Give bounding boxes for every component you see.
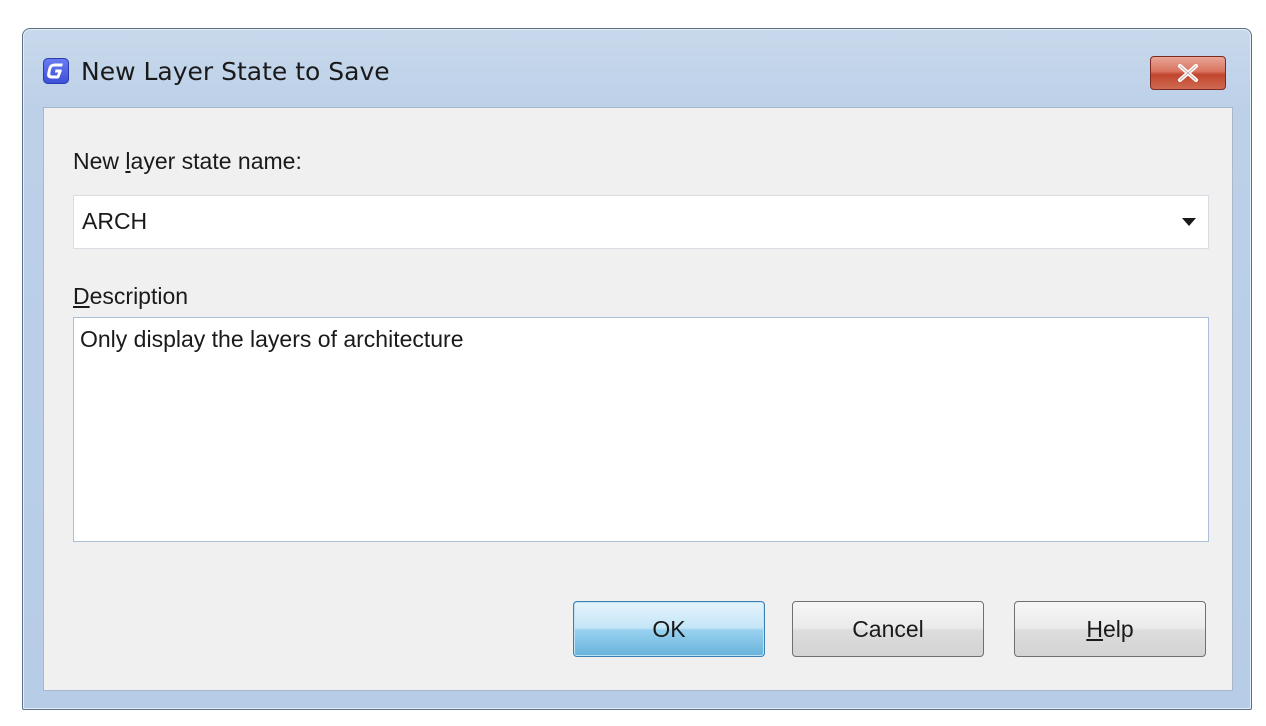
window-title: New Layer State to Save — [81, 57, 390, 86]
title-bar[interactable]: New Layer State to Save — [23, 29, 1251, 107]
dialog-window: New Layer State to Save New layer state … — [22, 28, 1252, 710]
ok-button[interactable]: OK — [573, 601, 765, 657]
close-button[interactable] — [1150, 56, 1226, 90]
layer-state-name-value[interactable]: ARCH — [82, 208, 147, 235]
description-label: Description — [73, 283, 189, 309]
app-g-icon — [43, 58, 69, 84]
layer-state-name-label: New layer state name: — [73, 148, 302, 174]
dialog-body: New layer state name: ARCH Description O… — [43, 107, 1233, 691]
help-button[interactable]: Help — [1014, 601, 1206, 657]
close-icon — [1178, 64, 1198, 82]
cancel-button[interactable]: Cancel — [792, 601, 984, 657]
dropdown-arrow-icon[interactable] — [1182, 218, 1196, 226]
layer-state-name-combobox[interactable]: ARCH — [73, 195, 1209, 249]
description-textarea[interactable]: Only display the layers of architecture — [73, 317, 1209, 542]
